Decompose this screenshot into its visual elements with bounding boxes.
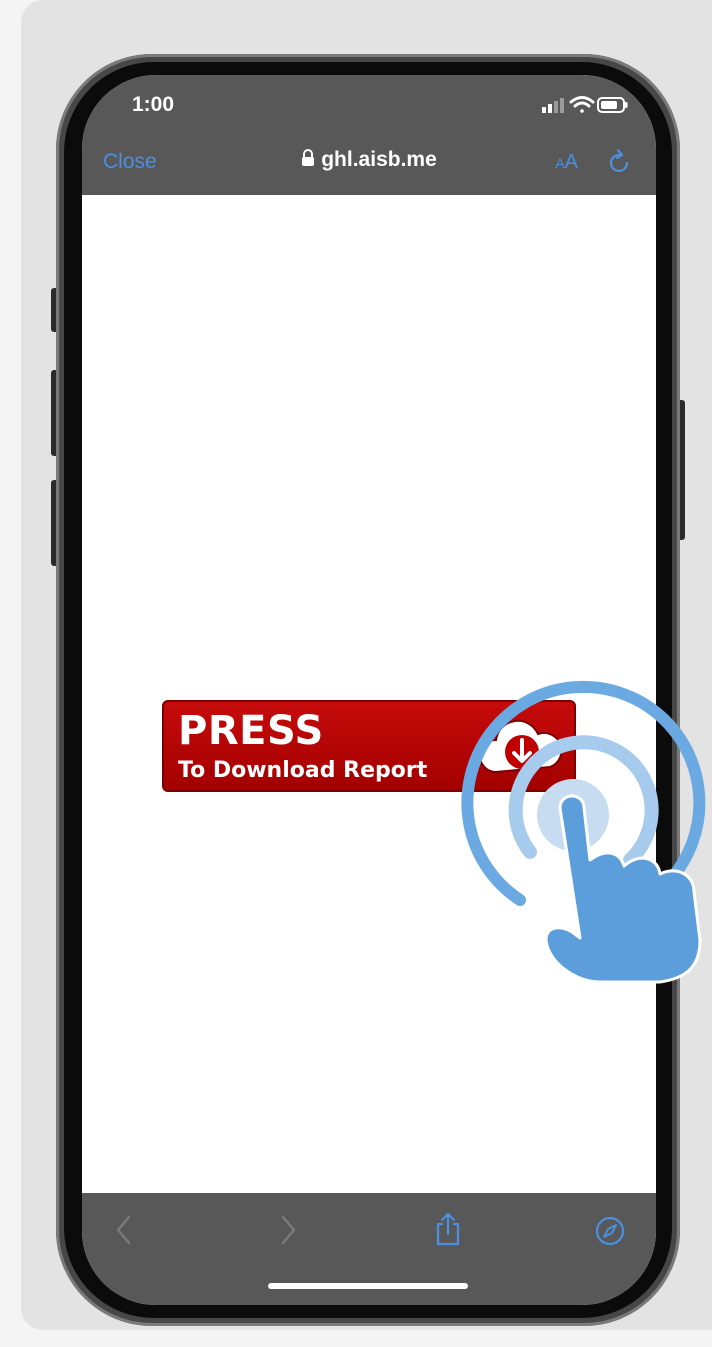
chevron-right-icon[interactable] (278, 1213, 298, 1247)
download-report-button[interactable]: PRESS To Download Report (162, 700, 576, 792)
browser-header: 1:00 Close ghl.aisb.me AA (82, 75, 656, 195)
banner-subtitle: To Download Report (178, 758, 428, 783)
cellular-signal-icon (542, 98, 564, 113)
text-size-small-label: A (555, 155, 565, 171)
wifi-icon (569, 96, 595, 113)
phone-screen: 1:00 Close ghl.aisb.me AA PRESS To Downl… (82, 75, 656, 1305)
web-content: PRESS To Download Report (82, 195, 656, 1193)
banner-title: PRESS (178, 708, 324, 754)
battery-icon (597, 97, 628, 113)
status-time: 1:00 (132, 93, 175, 116)
url-text: ghl.aisb.me (321, 148, 437, 171)
share-icon[interactable] (434, 1211, 462, 1247)
text-size-button[interactable]: AA (555, 151, 578, 174)
reload-icon[interactable] (608, 147, 632, 175)
chevron-left-icon[interactable] (114, 1213, 134, 1247)
home-indicator (268, 1283, 468, 1289)
cloud-download-icon (479, 719, 563, 774)
compass-icon[interactable] (594, 1215, 626, 1247)
text-size-big-label: A (564, 151, 578, 173)
status-icons (542, 96, 628, 113)
lock-icon (302, 149, 315, 166)
